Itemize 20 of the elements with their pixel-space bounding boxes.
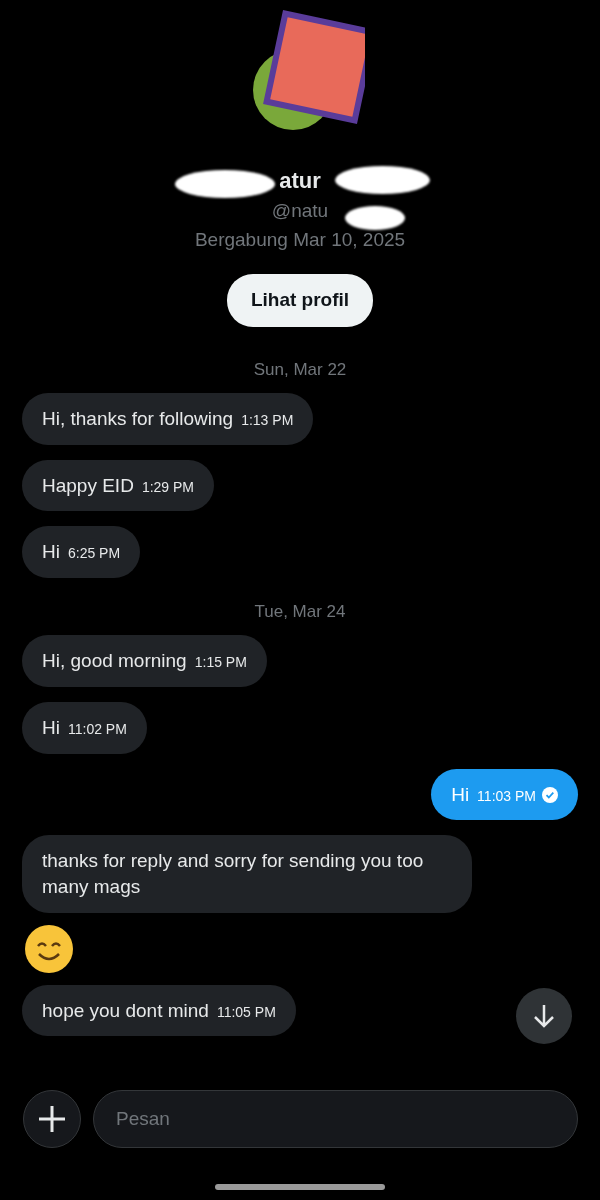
received-message: Happy EID 1:29 PM	[22, 459, 214, 512]
view-profile-button[interactable]: Lihat profil	[226, 274, 374, 327]
redaction-mark	[345, 206, 405, 230]
message-input[interactable]: Pesan	[93, 1090, 578, 1148]
received-message: thanks for reply and sorry for sending you too many mags	[22, 835, 472, 913]
received-message: Hi, thanks for following 1:13 PM	[22, 393, 314, 445]
join-date: Bergabung Mar 10, 2025	[194, 227, 406, 252]
plus-icon	[37, 1104, 67, 1134]
scroll-down-button[interactable]	[516, 988, 572, 1044]
date-separator: Sun, Mar 22	[253, 358, 347, 381]
received-message: Hi, good morning 1:15 PM	[22, 635, 267, 688]
received-message: Hi 6:25 PM	[22, 526, 141, 578]
received-message: hope you dont mind 11:05 PM	[22, 984, 296, 1037]
date-separator: Tue, Mar 24	[254, 600, 346, 623]
arrow-down-icon	[532, 1003, 556, 1029]
smiley-icon	[24, 923, 74, 974]
display-name: atur	[279, 167, 321, 195]
sent-message: Hi 11:03 PM	[431, 768, 578, 821]
received-message: Hi 11:02 PM	[22, 702, 147, 754]
username: @natu	[271, 199, 329, 223]
